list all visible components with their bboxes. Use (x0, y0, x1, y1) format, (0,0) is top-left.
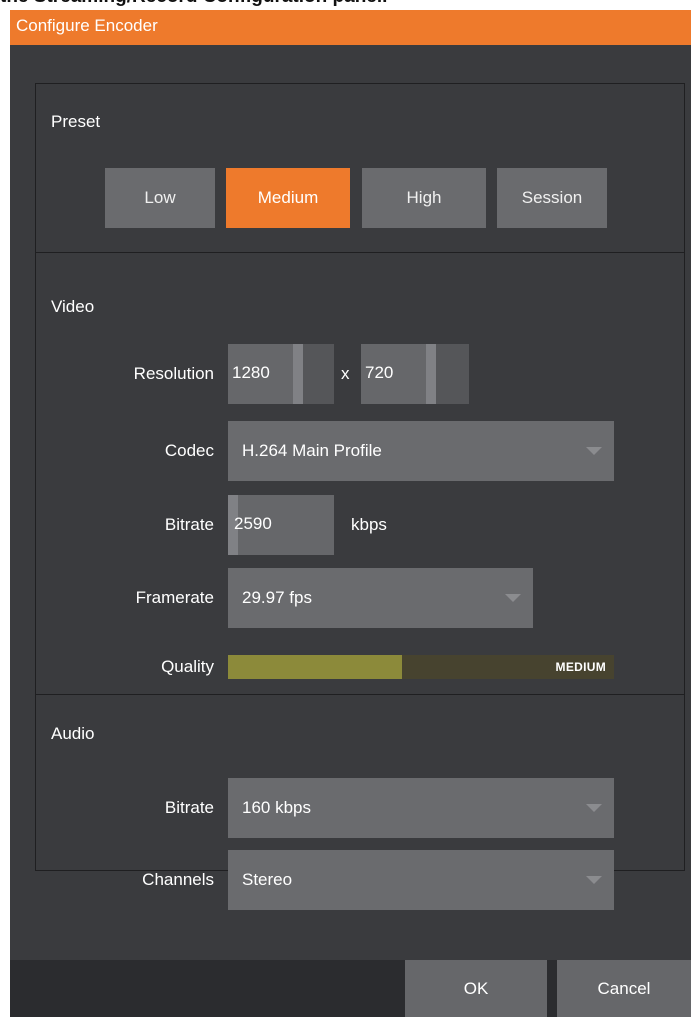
quality-meter-fill (228, 655, 402, 679)
resolution-width-field[interactable]: 1280 (228, 344, 334, 404)
chevron-down-icon (586, 876, 602, 884)
preset-medium-button[interactable]: Medium (226, 168, 350, 228)
channels-dropdown[interactable]: Stereo (228, 850, 614, 910)
resolution-width-value: 1280 (232, 363, 270, 382)
resolution-height-slider-handle[interactable] (426, 344, 436, 404)
codec-label: Codec (164, 441, 214, 460)
section-divider (36, 694, 684, 695)
quality-meter-text: MEDIUM (555, 660, 606, 674)
video-bitrate-label: Bitrate (164, 515, 214, 534)
cancel-button[interactable]: Cancel (557, 960, 691, 1017)
resolution-height-field[interactable]: 720 (361, 344, 469, 404)
resolution-label: Resolution (133, 364, 214, 383)
quality-label: Quality (161, 657, 214, 676)
quality-meter: MEDIUM (228, 655, 614, 679)
preset-session-button[interactable]: Session (497, 168, 607, 228)
audio-bitrate-value: 160 kbps (242, 798, 311, 817)
audio-bitrate-dropdown[interactable]: 160 kbps (228, 778, 614, 838)
video-bitrate-unit: kbps (351, 515, 387, 534)
channels-label: Channels (142, 870, 214, 889)
preset-low-button[interactable]: Low (105, 168, 215, 228)
video-bitrate-field[interactable]: 2590 (228, 495, 334, 555)
page-caption: the Streaming/Record Configuration panel… (0, 0, 387, 10)
framerate-value: 29.97 fps (242, 588, 312, 607)
chevron-down-icon (505, 594, 521, 602)
codec-value: H.264 Main Profile (242, 441, 382, 460)
section-divider (36, 252, 684, 253)
configure-encoder-dialog: Configure Encoder Preset Low Medium High… (10, 10, 691, 1017)
video-bitrate-value: 2590 (234, 514, 272, 533)
chevron-down-icon (586, 447, 602, 455)
audio-bitrate-label: Bitrate (164, 798, 214, 817)
resolution-separator: x (341, 364, 350, 383)
chevron-down-icon (586, 804, 602, 812)
preset-section-label: Preset (51, 112, 101, 131)
channels-value: Stereo (242, 870, 293, 889)
video-section-label: Video (51, 297, 95, 316)
resolution-height-track (436, 344, 469, 404)
framerate-label: Framerate (135, 588, 214, 607)
dialog-footer: OK Cancel (10, 960, 691, 1017)
framerate-dropdown[interactable]: 29.97 fps (228, 568, 533, 628)
audio-section-label: Audio (51, 724, 95, 743)
resolution-width-slider-handle[interactable] (293, 344, 303, 404)
encoder-settings-panel: Preset Low Medium High Session Video Res… (35, 83, 685, 910)
codec-dropdown[interactable]: H.264 Main Profile (228, 421, 614, 481)
resolution-height-value: 720 (365, 363, 394, 382)
ok-button[interactable]: OK (405, 960, 547, 1017)
resolution-width-track (303, 344, 334, 404)
dialog-title: Configure Encoder (10, 10, 691, 45)
preset-high-button[interactable]: High (362, 168, 486, 228)
